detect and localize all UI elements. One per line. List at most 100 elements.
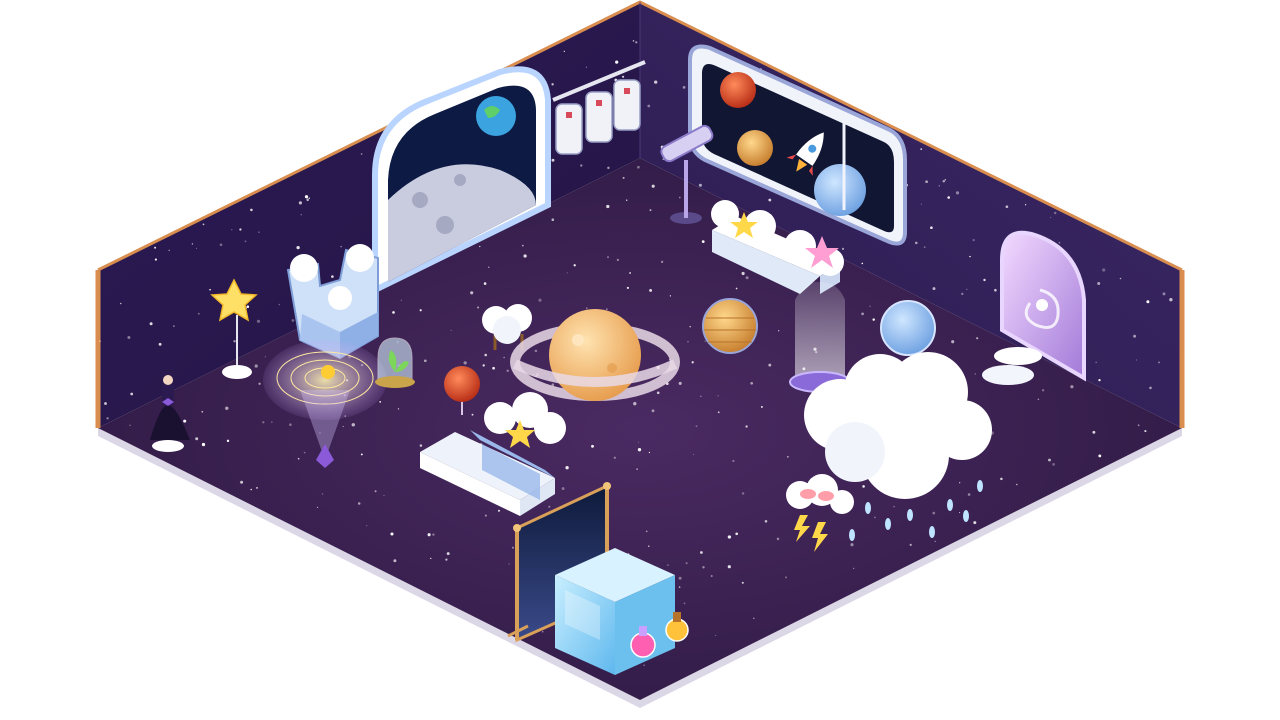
- star-dot: [615, 60, 619, 64]
- star-dot: [127, 336, 131, 339]
- star-dot: [360, 153, 363, 155]
- star-dot: [297, 457, 300, 460]
- star-dot: [853, 567, 855, 570]
- plant-jar-icon[interactable]: [375, 337, 415, 388]
- star-dot: [191, 243, 194, 245]
- star-dot: [660, 260, 664, 264]
- star-dot: [390, 532, 394, 536]
- star-dot: [717, 411, 720, 414]
- star-dot: [915, 241, 918, 245]
- star-dot: [542, 631, 544, 633]
- star-dot: [1016, 483, 1018, 486]
- star-dot: [932, 287, 936, 291]
- star-dot: [693, 453, 695, 456]
- star-dot: [923, 246, 926, 248]
- star-dot: [563, 50, 565, 53]
- star-dot: [651, 184, 655, 188]
- star-dot: [920, 203, 922, 205]
- star-dot: [934, 540, 936, 543]
- star-dot: [717, 395, 719, 397]
- star-dot: [195, 247, 198, 249]
- star-dot: [745, 276, 749, 280]
- star-dot: [99, 340, 102, 343]
- star-dot: [383, 494, 385, 497]
- star-dot: [669, 295, 672, 297]
- star-dot: [340, 245, 342, 248]
- star-dot: [678, 196, 681, 199]
- star-dot: [374, 490, 377, 493]
- star-dot: [932, 511, 936, 515]
- star-dot: [296, 245, 300, 250]
- star-dot: [1149, 386, 1152, 390]
- star-dot: [1098, 378, 1101, 382]
- star-dot: [534, 349, 538, 353]
- star-dot: [258, 231, 260, 233]
- star-dot: [331, 275, 334, 278]
- star-dot: [256, 319, 261, 323]
- star-dot: [262, 421, 265, 424]
- star-dot: [636, 468, 638, 470]
- star-dot: [1000, 477, 1003, 481]
- star-dot: [909, 543, 912, 547]
- star-dot: [862, 485, 865, 488]
- star-dot: [651, 409, 655, 413]
- ice-cube-icon[interactable]: [555, 548, 675, 675]
- star-dot: [291, 319, 295, 322]
- star-dot: [1058, 241, 1061, 244]
- star-dot: [580, 164, 583, 167]
- star-dot: [106, 417, 109, 420]
- star-dot: [750, 381, 754, 385]
- star-dot: [149, 322, 153, 326]
- star-dot: [629, 272, 632, 274]
- star-dot: [920, 148, 923, 151]
- star-dot: [551, 83, 554, 86]
- star-dot: [622, 75, 625, 78]
- star-dot: [966, 288, 968, 290]
- star-dot: [869, 305, 871, 308]
- star-dot: [735, 532, 739, 536]
- star-dot: [683, 602, 686, 605]
- star-dot: [258, 382, 261, 385]
- star-dot: [700, 551, 703, 554]
- star-dot: [419, 444, 423, 447]
- star-dot: [119, 302, 122, 305]
- star-dot: [561, 487, 565, 491]
- star-dot: [470, 291, 474, 295]
- star-dot: [1037, 398, 1040, 401]
- star-dot: [776, 537, 780, 541]
- star-dot: [357, 502, 361, 505]
- star-dot: [511, 546, 514, 549]
- star-dot: [637, 441, 640, 443]
- star-dot: [538, 298, 542, 302]
- star-dot: [944, 179, 946, 181]
- star-dot: [955, 191, 960, 195]
- beam-icon[interactable]: [789, 281, 851, 393]
- star-dot: [430, 557, 432, 560]
- star-dot: [1054, 211, 1057, 215]
- star-dot: [173, 325, 175, 327]
- star-dot: [264, 356, 266, 358]
- star-dot: [700, 395, 702, 397]
- star-dot: [1135, 359, 1137, 361]
- star-dot: [585, 307, 588, 309]
- star-dot: [1097, 282, 1101, 285]
- star-dot: [753, 617, 755, 619]
- planet-icon[interactable]: [880, 300, 936, 356]
- star-dot: [938, 185, 940, 187]
- star-dot: [183, 419, 187, 423]
- planet-icon[interactable]: [702, 298, 758, 354]
- star-dot: [698, 183, 702, 187]
- star-dot: [635, 41, 638, 44]
- star-dot: [551, 158, 555, 162]
- star-dot: [225, 406, 229, 410]
- star-dot: [649, 209, 652, 212]
- star-dot: [893, 505, 895, 508]
- star-dot: [484, 353, 487, 357]
- star-dot: [298, 201, 302, 205]
- star-dot: [930, 226, 933, 230]
- star-dot: [727, 535, 732, 539]
- star-dot: [304, 195, 309, 199]
- star-dot: [787, 456, 789, 458]
- star-dot: [506, 369, 509, 373]
- star-dot: [626, 286, 629, 289]
